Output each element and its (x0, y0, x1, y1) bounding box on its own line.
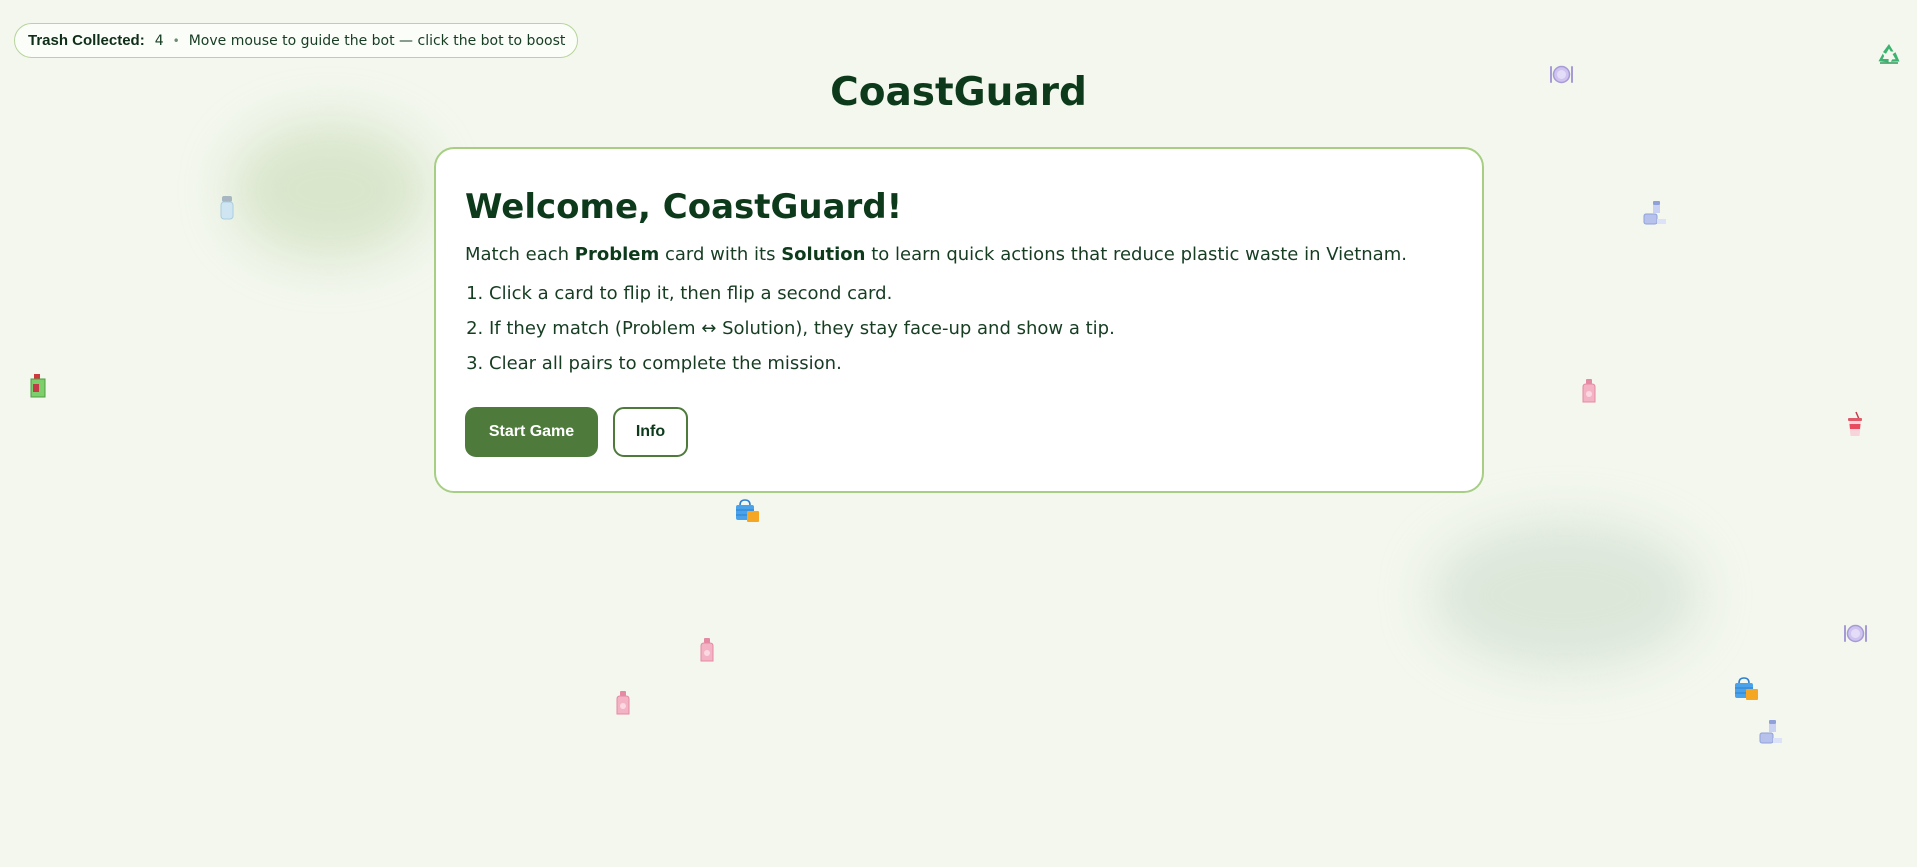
start-game-button[interactable]: Start Game (465, 407, 598, 457)
instruction-list: Click a card to flip it, then flip a sec… (465, 281, 1454, 377)
bottle-icon[interactable] (693, 636, 721, 664)
instruction-step: If they match (Problem ↔ Solution), they… (489, 316, 1454, 341)
trash-counter-label: Trash Collected: (28, 32, 145, 49)
intro-solution-term: Solution (781, 243, 866, 265)
intro-suffix: to learn quick actions that reduce plast… (865, 243, 1407, 265)
carton-icon[interactable] (24, 372, 52, 400)
background-glow (1430, 520, 1700, 670)
bag-icon[interactable] (734, 497, 762, 525)
bag-icon[interactable] (1733, 675, 1761, 703)
intro-problem-term: Problem (574, 243, 660, 265)
app-title: CoastGuard (830, 70, 1087, 115)
trash-counter-value: 4 (154, 32, 164, 49)
welcome-card: Welcome, CoastGuard! Match each Problem … (434, 147, 1484, 493)
trash-counter-bar: Trash Collected: 4 • Move mouse to guide… (14, 23, 579, 58)
jar-icon[interactable] (1641, 199, 1669, 227)
instruction-step: Clear all pairs to complete the mission. (489, 351, 1454, 376)
control-hint: Move mouse to guide the bot — click the … (188, 32, 566, 49)
jar-icon[interactable] (1757, 718, 1785, 746)
plate-icon[interactable] (1841, 620, 1869, 648)
plate-icon[interactable] (1547, 61, 1575, 89)
recycle-icon[interactable] (1876, 42, 1902, 68)
instruction-step: Click a card to flip it, then flip a sec… (489, 281, 1454, 306)
bottle-icon[interactable] (609, 689, 637, 717)
info-button[interactable]: Info (613, 407, 688, 457)
welcome-heading: Welcome, CoastGuard! (465, 187, 903, 227)
salt-shaker-icon[interactable] (213, 194, 241, 222)
background-glow (230, 120, 430, 260)
intro-middle: card with its (659, 243, 782, 265)
bottle-icon[interactable] (1575, 377, 1603, 405)
intro-prefix: Match each (465, 243, 575, 265)
game-screen[interactable]: Trash Collected: 4 • Move mouse to guide… (0, 0, 1917, 867)
separator-dot: • (172, 33, 180, 48)
welcome-actions: Start Game Info (465, 407, 688, 457)
cup-icon[interactable] (1841, 411, 1869, 439)
intro-text: Match each Problem card with its Solutio… (465, 242, 1454, 267)
